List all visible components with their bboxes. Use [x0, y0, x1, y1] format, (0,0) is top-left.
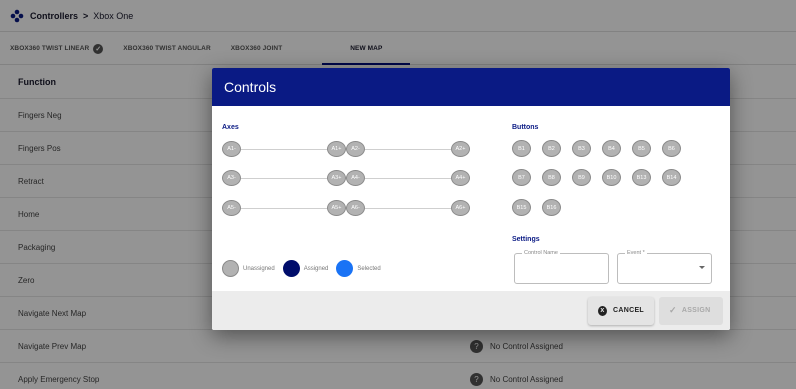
button-b7-chip[interactable]: B7: [512, 169, 531, 186]
button-b15-chip[interactable]: B15: [512, 199, 531, 216]
buttons-title: Buttons: [512, 124, 539, 131]
axis-a1-neg-chip[interactable]: A1-: [222, 141, 241, 157]
button-b2-chip[interactable]: B2: [542, 140, 561, 157]
control-name-label: Control Name: [522, 250, 560, 257]
dialog-body: Axes A1- A1+ A2- A2+ A3- A3+ A4- A4+ A5-…: [212, 106, 730, 291]
dialog-title: Controls: [224, 79, 277, 95]
axis-a5-pos-chip[interactable]: A5+: [327, 200, 346, 216]
axis-line: [241, 178, 327, 179]
cancel-label: CANCEL: [613, 307, 644, 314]
axis-line: [241, 208, 327, 209]
axis-line: [365, 149, 451, 150]
button-b10-chip[interactable]: B10: [602, 169, 621, 186]
cancel-button[interactable]: x CANCEL: [588, 296, 654, 325]
axis-a5-neg-chip[interactable]: A5-: [222, 200, 241, 216]
assign-button[interactable]: ✓ ASSIGN: [659, 296, 723, 325]
button-b1-chip[interactable]: B1: [512, 140, 531, 157]
legend-assigned-swatch: [282, 260, 300, 277]
legend-selected-label: Selected: [357, 265, 381, 272]
axis-a4-pos-chip[interactable]: A4+: [451, 170, 470, 186]
axis-line: [241, 149, 327, 150]
button-b5-chip[interactable]: B5: [632, 140, 651, 157]
button-b6-chip[interactable]: B6: [662, 140, 681, 157]
axis-a6-neg-chip[interactable]: A6-: [346, 200, 365, 216]
axis-a3-pos-chip[interactable]: A3+: [327, 170, 346, 186]
control-name-field[interactable]: Control Name: [514, 250, 609, 284]
axis-row: A5- A5+ A6- A6+: [222, 199, 470, 217]
controls-dialog: Controls Axes A1- A1+ A2- A2+ A3- A3+ A4…: [212, 68, 730, 330]
axis-a2-pos-chip[interactable]: A2+: [451, 141, 470, 157]
event-select[interactable]: Event *: [617, 250, 712, 284]
button-b4-chip[interactable]: B4: [602, 140, 621, 157]
button-b13-chip[interactable]: B13: [632, 169, 651, 186]
axes-title: Axes: [222, 124, 239, 131]
event-label: Event *: [625, 250, 647, 257]
axis-line: [365, 178, 451, 179]
dialog-footer: x CANCEL ✓ ASSIGN: [212, 291, 730, 330]
check-icon: ✓: [669, 305, 677, 315]
axis-line: [365, 208, 451, 209]
axis-row: A1- A1+ A2- A2+: [222, 140, 470, 158]
axis-a2-neg-chip[interactable]: A2-: [346, 141, 365, 157]
button-b3-chip[interactable]: B3: [572, 140, 591, 157]
legend-unassigned-label: Unassigned: [243, 265, 275, 272]
axis-a3-neg-chip[interactable]: A3-: [222, 170, 241, 186]
legend-unassigned-swatch: [222, 260, 239, 277]
button-b8-chip[interactable]: B8: [542, 169, 561, 186]
button-b16-chip[interactable]: B16: [542, 199, 561, 216]
dropdown-arrow-icon: [699, 266, 705, 269]
legend-selected-swatch: [336, 260, 354, 277]
legend-assigned-label: Assigned: [303, 265, 329, 272]
axis-a1-pos-chip[interactable]: A1+: [327, 141, 346, 157]
dialog-header: Controls: [212, 68, 730, 106]
assign-label: ASSIGN: [681, 307, 711, 314]
axis-a4-neg-chip[interactable]: A4-: [346, 170, 365, 186]
axis-a6-pos-chip[interactable]: A6+: [451, 200, 470, 216]
axis-row: A3- A3+ A4- A4+: [222, 169, 470, 187]
button-b14-chip[interactable]: B14: [662, 169, 681, 186]
settings-title: Settings: [512, 236, 540, 243]
legend: Unassigned Assigned Selected: [222, 260, 389, 277]
cancel-icon: x: [598, 305, 608, 316]
button-b9-chip[interactable]: B9: [572, 169, 591, 186]
